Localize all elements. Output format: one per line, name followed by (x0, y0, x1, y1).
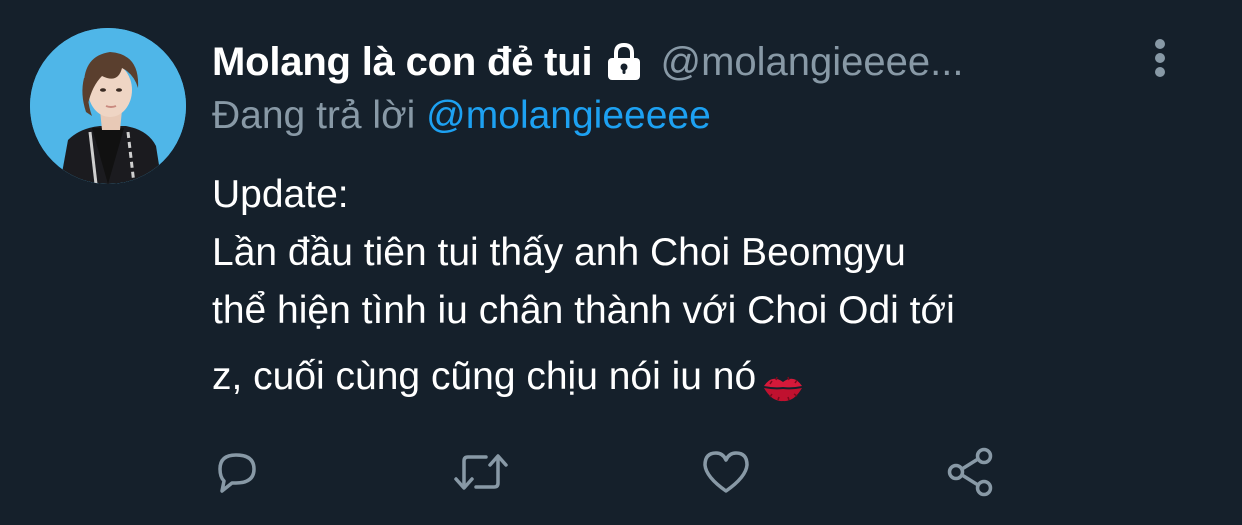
more-options-icon[interactable] (1148, 36, 1172, 80)
tweet-text-line: thể hiện tình iu chân thành với Choi Odi… (212, 289, 955, 332)
lock-icon (602, 40, 646, 84)
tweet-actions (0, 446, 1242, 506)
reply-button[interactable] (209, 446, 265, 502)
tweet-text-line: z, cuối cùng cũng chịu nói iu nó (212, 355, 757, 398)
like-button[interactable] (698, 446, 754, 502)
avatar-image (30, 28, 186, 184)
kiss-mark-emoji-icon (762, 363, 804, 401)
avatar[interactable] (30, 28, 186, 184)
reply-icon (212, 447, 262, 502)
reply-to-handle-link[interactable]: @molangieeeee (426, 94, 711, 137)
tweet-text-line: Lần đầu tiên tui thấy anh Choi Beomgyu (212, 231, 906, 274)
share-icon (944, 446, 996, 503)
share-button[interactable] (942, 446, 998, 502)
display-name[interactable]: Molang là con đẻ tui (212, 40, 593, 85)
retweet-button[interactable] (453, 446, 509, 502)
tweet-text: Update: Lần đầu tiên tui thấy anh Choi B… (212, 166, 1192, 406)
replying-to: Đang trả lời @molangieeeee (212, 94, 711, 138)
retweet-icon (452, 447, 510, 502)
tweet-text-line-last: z, cuối cùng cũng chịu nói iu nó (212, 348, 1192, 406)
tweet-header: Molang là con đẻ tui @molangieeee... (212, 36, 1142, 88)
reply-prefix: Đang trả lời (212, 94, 416, 137)
tweet-text-line: Update: (212, 173, 349, 216)
tweet-card[interactable]: Molang là con đẻ tui @molangieeee... Đan… (0, 0, 1242, 525)
user-handle[interactable]: @molangieeee... (660, 40, 963, 85)
heart-icon (700, 447, 752, 502)
